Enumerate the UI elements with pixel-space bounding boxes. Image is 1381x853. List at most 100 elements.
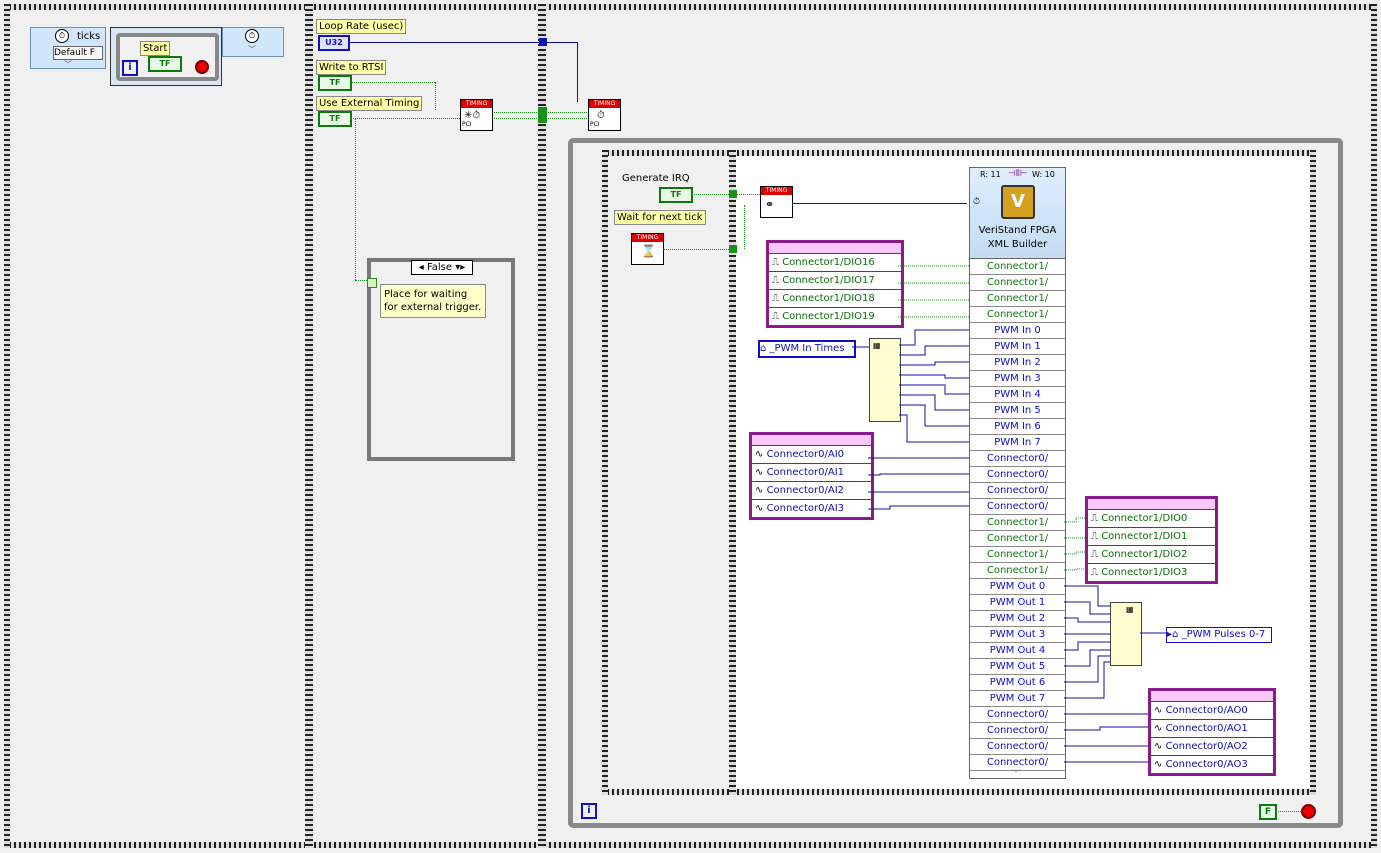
fpga-terminal[interactable]: Connector1/ — [970, 563, 1065, 579]
cluster-item[interactable]: ∿ Connector0/AI0 — [752, 446, 871, 464]
fpga-terminal[interactable]: PWM Out 1 — [970, 595, 1065, 611]
cluster-item[interactable]: ⎍ Connector1/DIO17 — [769, 272, 901, 290]
cluster-item[interactable]: ∿ Connector0/AI2 — [752, 482, 871, 500]
fpga-terminal[interactable]: Connector1/ — [970, 531, 1065, 547]
stop-condition-icon[interactable] — [195, 60, 209, 74]
digital-pulse-icon: ⎍ — [772, 293, 783, 304]
cluster-item-label: Connector0/AO0 — [1165, 705, 1248, 716]
case-prev-icon[interactable]: ◂ — [419, 262, 424, 273]
fpga-terminal[interactable]: PWM In 3 — [970, 371, 1065, 387]
fpga-terminal[interactable]: PWM In 0 — [970, 323, 1065, 339]
sequence-frame-divider-2 — [538, 4, 546, 848]
tick-count-node[interactable]: ⏱ ticks Default F ﹀ — [30, 27, 106, 69]
digital-pulse-icon: ⎍ — [772, 275, 783, 286]
fpga-terminal[interactable]: PWM In 4 — [970, 387, 1065, 403]
dio-out-cluster[interactable]: ⎍ Connector1/DIO0 ⎍ Connector1/DIO1 ⎍ Conn… — [1085, 496, 1218, 584]
build-array-node[interactable]: ▦ — [1110, 602, 1142, 666]
ao-list: ∿ Connector0/AO0 ∿ Connector0/AO1 ∿ Connec… — [1151, 702, 1273, 774]
write-rtsi-control[interactable]: TF — [318, 75, 352, 91]
cluster-item[interactable]: ∿ Connector0/AI1 — [752, 464, 871, 482]
node-title-2: XML Builder — [987, 239, 1048, 250]
case-dropdown-icon[interactable]: ▾▸ — [455, 262, 465, 273]
fpga-terminal[interactable]: PWM Out 2 — [970, 611, 1065, 627]
fpga-xml-builder-node[interactable]: R: 11 ⊣⦀⊢ W: 10 V ⏱ VeriStand FPGA XML B… — [969, 167, 1066, 779]
timing-header: TIMING — [632, 234, 663, 242]
timing-source-node-2[interactable]: TIMING ⏱ PCI — [588, 99, 621, 131]
tunnel-2 — [538, 115, 547, 123]
timing-header: TIMING — [761, 187, 792, 195]
cluster-item[interactable]: ∿ Connector0/AI3 — [752, 500, 871, 518]
stop-while-loop[interactable]: Start TF i — [110, 27, 222, 86]
fpga-terminal[interactable]: PWM Out 7 — [970, 691, 1065, 707]
fpga-terminal[interactable]: Connector0/ — [970, 499, 1065, 515]
timing-icon: ⏱ — [597, 110, 605, 121]
case-selector[interactable]: ◂ False ▾▸ — [411, 260, 473, 275]
irq-node[interactable]: TIMING ⚭ — [760, 186, 793, 218]
array-icon: ▦ — [1126, 605, 1134, 614]
cluster-item[interactable]: ⎍ Connector1/DIO3 — [1088, 564, 1215, 582]
fpga-terminal[interactable]: Connector1/ — [970, 259, 1065, 275]
cluster-item[interactable]: ⎍ Connector1/DIO16 — [769, 254, 901, 272]
iteration-icon: i — [122, 60, 138, 76]
false-constant[interactable]: F — [1259, 804, 1277, 820]
generate-irq-control[interactable]: TF — [659, 187, 693, 203]
fpga-terminal[interactable]: PWM In 6 — [970, 419, 1065, 435]
ai-cluster[interactable]: ∿ Connector0/AI0 ∿ Connector0/AI1 ∿ Connec… — [749, 432, 874, 520]
cluster-item[interactable]: ∿ Connector0/AO3 — [1151, 756, 1273, 774]
cluster-item[interactable]: ⎍ Connector1/DIO19 — [769, 308, 901, 326]
cluster-item[interactable]: ∿ Connector0/AO1 — [1151, 720, 1273, 738]
fpga-terminal[interactable]: Connector0/ — [970, 451, 1065, 467]
fpga-terminal[interactable]: PWM In 2 — [970, 355, 1065, 371]
cluster-item[interactable]: ⎍ Connector1/DIO1 — [1088, 528, 1215, 546]
fpga-terminal[interactable]: PWM Out 0 — [970, 579, 1065, 595]
cluster-item-label: Connector0/AI0 — [766, 449, 845, 460]
index-array-node[interactable]: ▦ — [869, 338, 901, 422]
case-structure[interactable]: ◂ False ▾▸ Place for waiting for externa… — [367, 258, 515, 461]
loop-rate-control[interactable]: U32 — [318, 35, 350, 51]
fpga-terminal[interactable]: PWM In 1 — [970, 339, 1065, 355]
ao-cluster[interactable]: ∿ Connector0/AO0 ∿ Connector0/AO1 ∿ Connec… — [1148, 688, 1276, 776]
fpga-terminal[interactable]: Connector1/ — [970, 547, 1065, 563]
write-count: W: 10 — [1032, 170, 1055, 179]
fpga-terminal[interactable]: Connector0/ — [970, 467, 1065, 483]
chevron-down-icon: ﹀ — [1012, 769, 1020, 778]
wait-irq-node[interactable]: TIMING ⌛ — [631, 233, 664, 265]
chevron-down-icon: ﹀ — [248, 45, 256, 54]
cluster-item-label: Connector1/DIO1 — [1101, 531, 1188, 542]
fpga-terminal[interactable]: Connector0/ — [970, 707, 1065, 723]
fpga-terminal[interactable]: Connector1/ — [970, 515, 1065, 531]
fpga-terminal[interactable]: Connector1/ — [970, 275, 1065, 291]
cluster-item[interactable]: ⎍ Connector1/DIO0 — [1088, 510, 1215, 528]
fpga-terminal[interactable]: PWM In 5 — [970, 403, 1065, 419]
stop-condition-icon[interactable] — [1301, 804, 1316, 819]
fpga-terminal[interactable]: Connector1/ — [970, 307, 1065, 323]
waveform-icon: ∿ — [1154, 759, 1166, 770]
waveform-icon: ∿ — [1154, 705, 1166, 716]
fpga-terminal[interactable]: PWM Out 3 — [970, 627, 1065, 643]
cluster-item[interactable]: ∿ Connector0/AO0 — [1151, 702, 1273, 720]
write-rtsi-label: Write to RTSI — [316, 60, 387, 75]
fpga-terminal[interactable]: Connector1/ — [970, 291, 1065, 307]
use-ext-timing-control[interactable]: TF — [318, 111, 352, 127]
fpga-terminal[interactable]: PWM Out 5 — [970, 659, 1065, 675]
timing-source-node-1[interactable]: TIMING ✳⏱ PCI — [460, 99, 493, 131]
cluster-item-label: Connector1/DIO2 — [1101, 549, 1188, 560]
cluster-item[interactable]: ⎍ Connector1/DIO18 — [769, 290, 901, 308]
cluster-item[interactable]: ∿ Connector0/AO2 — [1151, 738, 1273, 756]
fpga-terminal[interactable]: Connector0/ — [970, 723, 1065, 739]
fpga-terminal[interactable]: PWM In 7 — [970, 435, 1065, 451]
fpga-terminal[interactable]: Connector0/ — [970, 739, 1065, 755]
cluster-item-label: Connector0/AO3 — [1165, 759, 1248, 770]
tick-count-node-2[interactable]: ⏱ ﹀ — [222, 27, 284, 57]
dio-in-cluster[interactable]: ⎍ Connector1/DIO16 ⎍ Connector1/DIO17 ⎍ Co… — [766, 240, 904, 328]
cluster-item-label: Connector0/AO1 — [1165, 723, 1248, 734]
start-boolean[interactable]: TF — [148, 56, 182, 72]
digital-pulse-icon: ⎍ — [1091, 513, 1102, 524]
pwm-in-times-variable[interactable]: ⌂ _PWM In Times — [758, 340, 856, 358]
cluster-item[interactable]: ⎍ Connector1/DIO2 — [1088, 546, 1215, 564]
pwm-pulses-variable[interactable]: ▸⌂ _PWM Pulses 0-7 — [1166, 627, 1272, 643]
fpga-terminal[interactable]: PWM Out 6 — [970, 675, 1065, 691]
fpga-terminal[interactable]: PWM Out 4 — [970, 643, 1065, 659]
fpga-terminal[interactable]: Connector0/ — [970, 483, 1065, 499]
inner-frame-right — [1310, 150, 1316, 795]
